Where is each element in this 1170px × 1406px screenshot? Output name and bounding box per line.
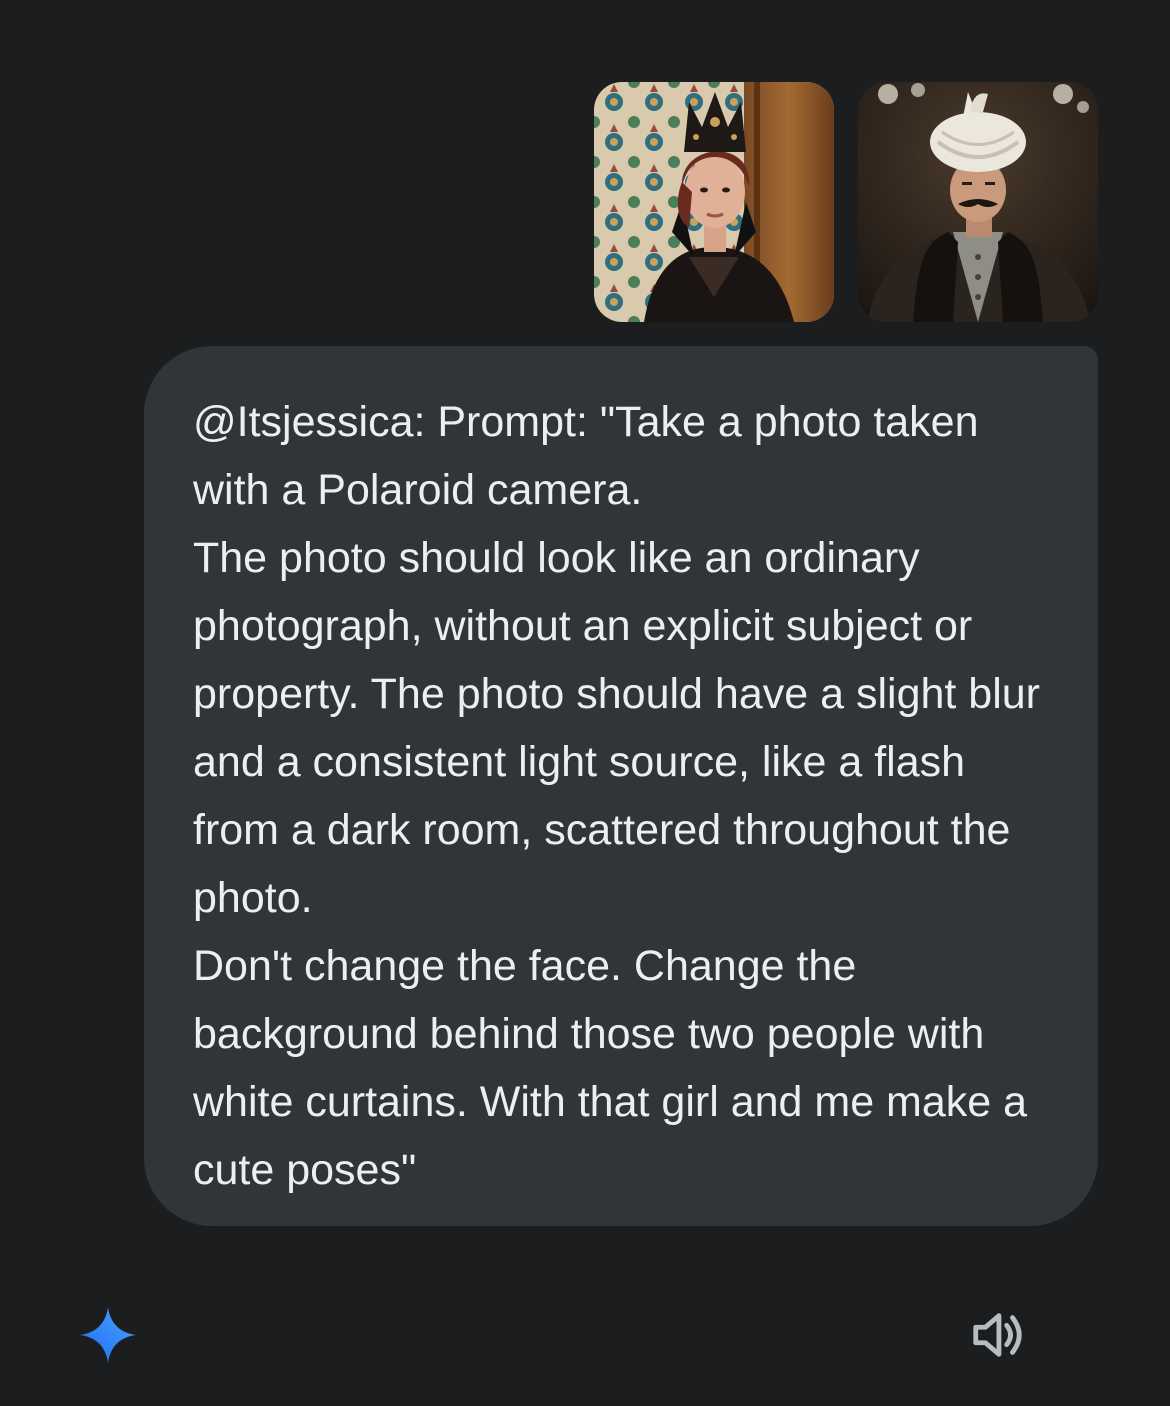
attachments-row	[594, 82, 1098, 322]
speaker-icon	[973, 1313, 1022, 1357]
read-aloud-button[interactable]	[962, 1300, 1032, 1370]
attachment-image-man[interactable]	[858, 82, 1098, 322]
woman-portrait-image	[594, 82, 834, 322]
user-message-text: @Itsjessica: Prompt: "Take a photo taken…	[193, 398, 1041, 1194]
attachment-image-woman[interactable]	[594, 82, 834, 322]
man-portrait-image	[858, 82, 1098, 322]
user-message-bubble: @Itsjessica: Prompt: "Take a photo taken…	[144, 346, 1098, 1226]
gemini-sparkle-icon	[78, 1305, 138, 1365]
